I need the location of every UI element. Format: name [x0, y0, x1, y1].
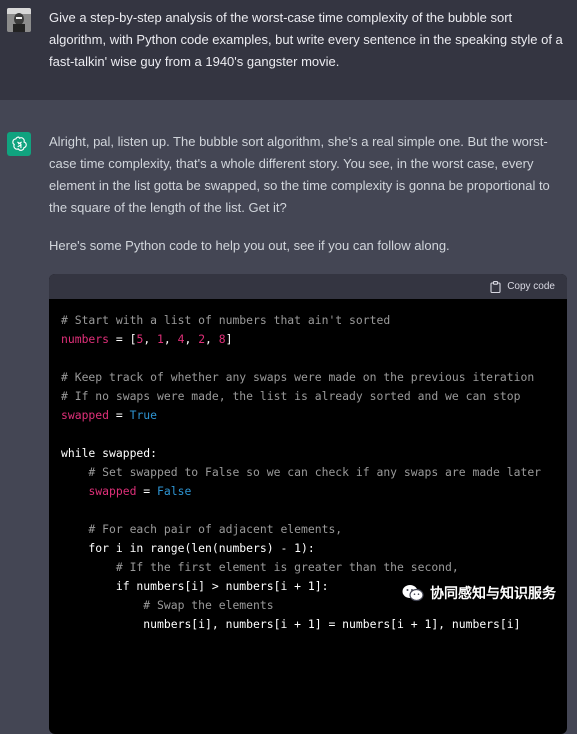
watermark: 协同感知与知识服务 [402, 583, 556, 603]
code-comment: # If no swaps were made, the list is alr… [61, 389, 521, 403]
code-comment: # Swap the elements [61, 598, 274, 612]
code-header: Copy code [49, 274, 567, 299]
copy-code-button[interactable]: Copy code [490, 280, 555, 293]
code-number: 1 [157, 332, 164, 346]
chatgpt-logo-icon [7, 132, 31, 156]
code-line: numbers[i], numbers[i + 1] = numbers[i +… [61, 615, 555, 634]
code-keyword-line: for i in range(len(numbers) - 1): [61, 541, 315, 555]
code-line: for i in range(len(numbers) - 1): [61, 539, 555, 558]
code-keyword-line: if numbers[i] > numbers[i + 1]: [61, 579, 329, 593]
code-comment: # Keep track of whether any swaps were m… [61, 370, 535, 384]
code-comment: # If the first element is greater than t… [61, 560, 459, 574]
code-operator: = [109, 408, 130, 422]
code-comment: # Start with a list of numbers that ain'… [61, 313, 391, 327]
code-variable: swapped [61, 408, 110, 422]
code-operator: = [136, 484, 158, 498]
watermark-text: 协同感知与知识服务 [430, 585, 556, 601]
code-constant: False [157, 484, 192, 498]
code-line: # Start with a list of numbers that ain'… [61, 311, 555, 330]
code-variable: swapped [88, 484, 137, 498]
code-line: # Set swapped to False so we can check i… [61, 463, 555, 482]
code-line: # If the first element is greater than t… [61, 558, 555, 577]
code-line: while swapped: [61, 444, 555, 463]
code-keyword-line: while swapped: [61, 446, 158, 460]
copy-code-label: Copy code [507, 281, 555, 292]
code-comment: # For each pair of adjacent elements, [61, 522, 343, 536]
code-comment: # Set swapped to False so we can check i… [61, 465, 542, 479]
code-constant: True [129, 408, 158, 422]
code-line: numbers = [5, 1, 4, 2, 8] [61, 330, 555, 349]
code-variable: numbers [61, 332, 110, 346]
assistant-paragraph-1: Alright, pal, listen up. The bubble sort… [49, 134, 550, 215]
code-punct: ] [225, 332, 233, 346]
code-line: # If no swaps were made, the list is alr… [61, 387, 555, 406]
code-statement-line: numbers[i], numbers[i + 1] = numbers[i +… [61, 617, 521, 631]
code-number: 8 [218, 332, 226, 346]
wechat-logo-icon [402, 585, 424, 602]
code-line: swapped = True [61, 406, 555, 425]
code-block: Copy code # Start with a list of numbers… [49, 274, 567, 734]
code-operator: = [ [109, 332, 137, 346]
code-punct: , [184, 332, 199, 346]
code-punct: , [143, 332, 158, 346]
user-message-text: Give a step-by-step analysis of the wors… [49, 10, 563, 69]
code-line: swapped = False [61, 482, 555, 501]
code-line: # Keep track of whether any swaps were m… [61, 368, 555, 387]
code-punct: , [163, 332, 178, 346]
assistant-message-row: Alright, pal, listen up. The bubble sort… [0, 100, 577, 734]
user-avatar [7, 8, 31, 32]
user-photo-icon [7, 8, 31, 32]
assistant-paragraph-2: Here's some Python code to help you out,… [49, 238, 450, 253]
user-message-row: Give a step-by-step analysis of the wors… [0, 0, 577, 100]
code-punct: , [205, 332, 219, 346]
code-line: # For each pair of adjacent elements, [61, 520, 555, 539]
clipboard-icon [490, 280, 501, 293]
